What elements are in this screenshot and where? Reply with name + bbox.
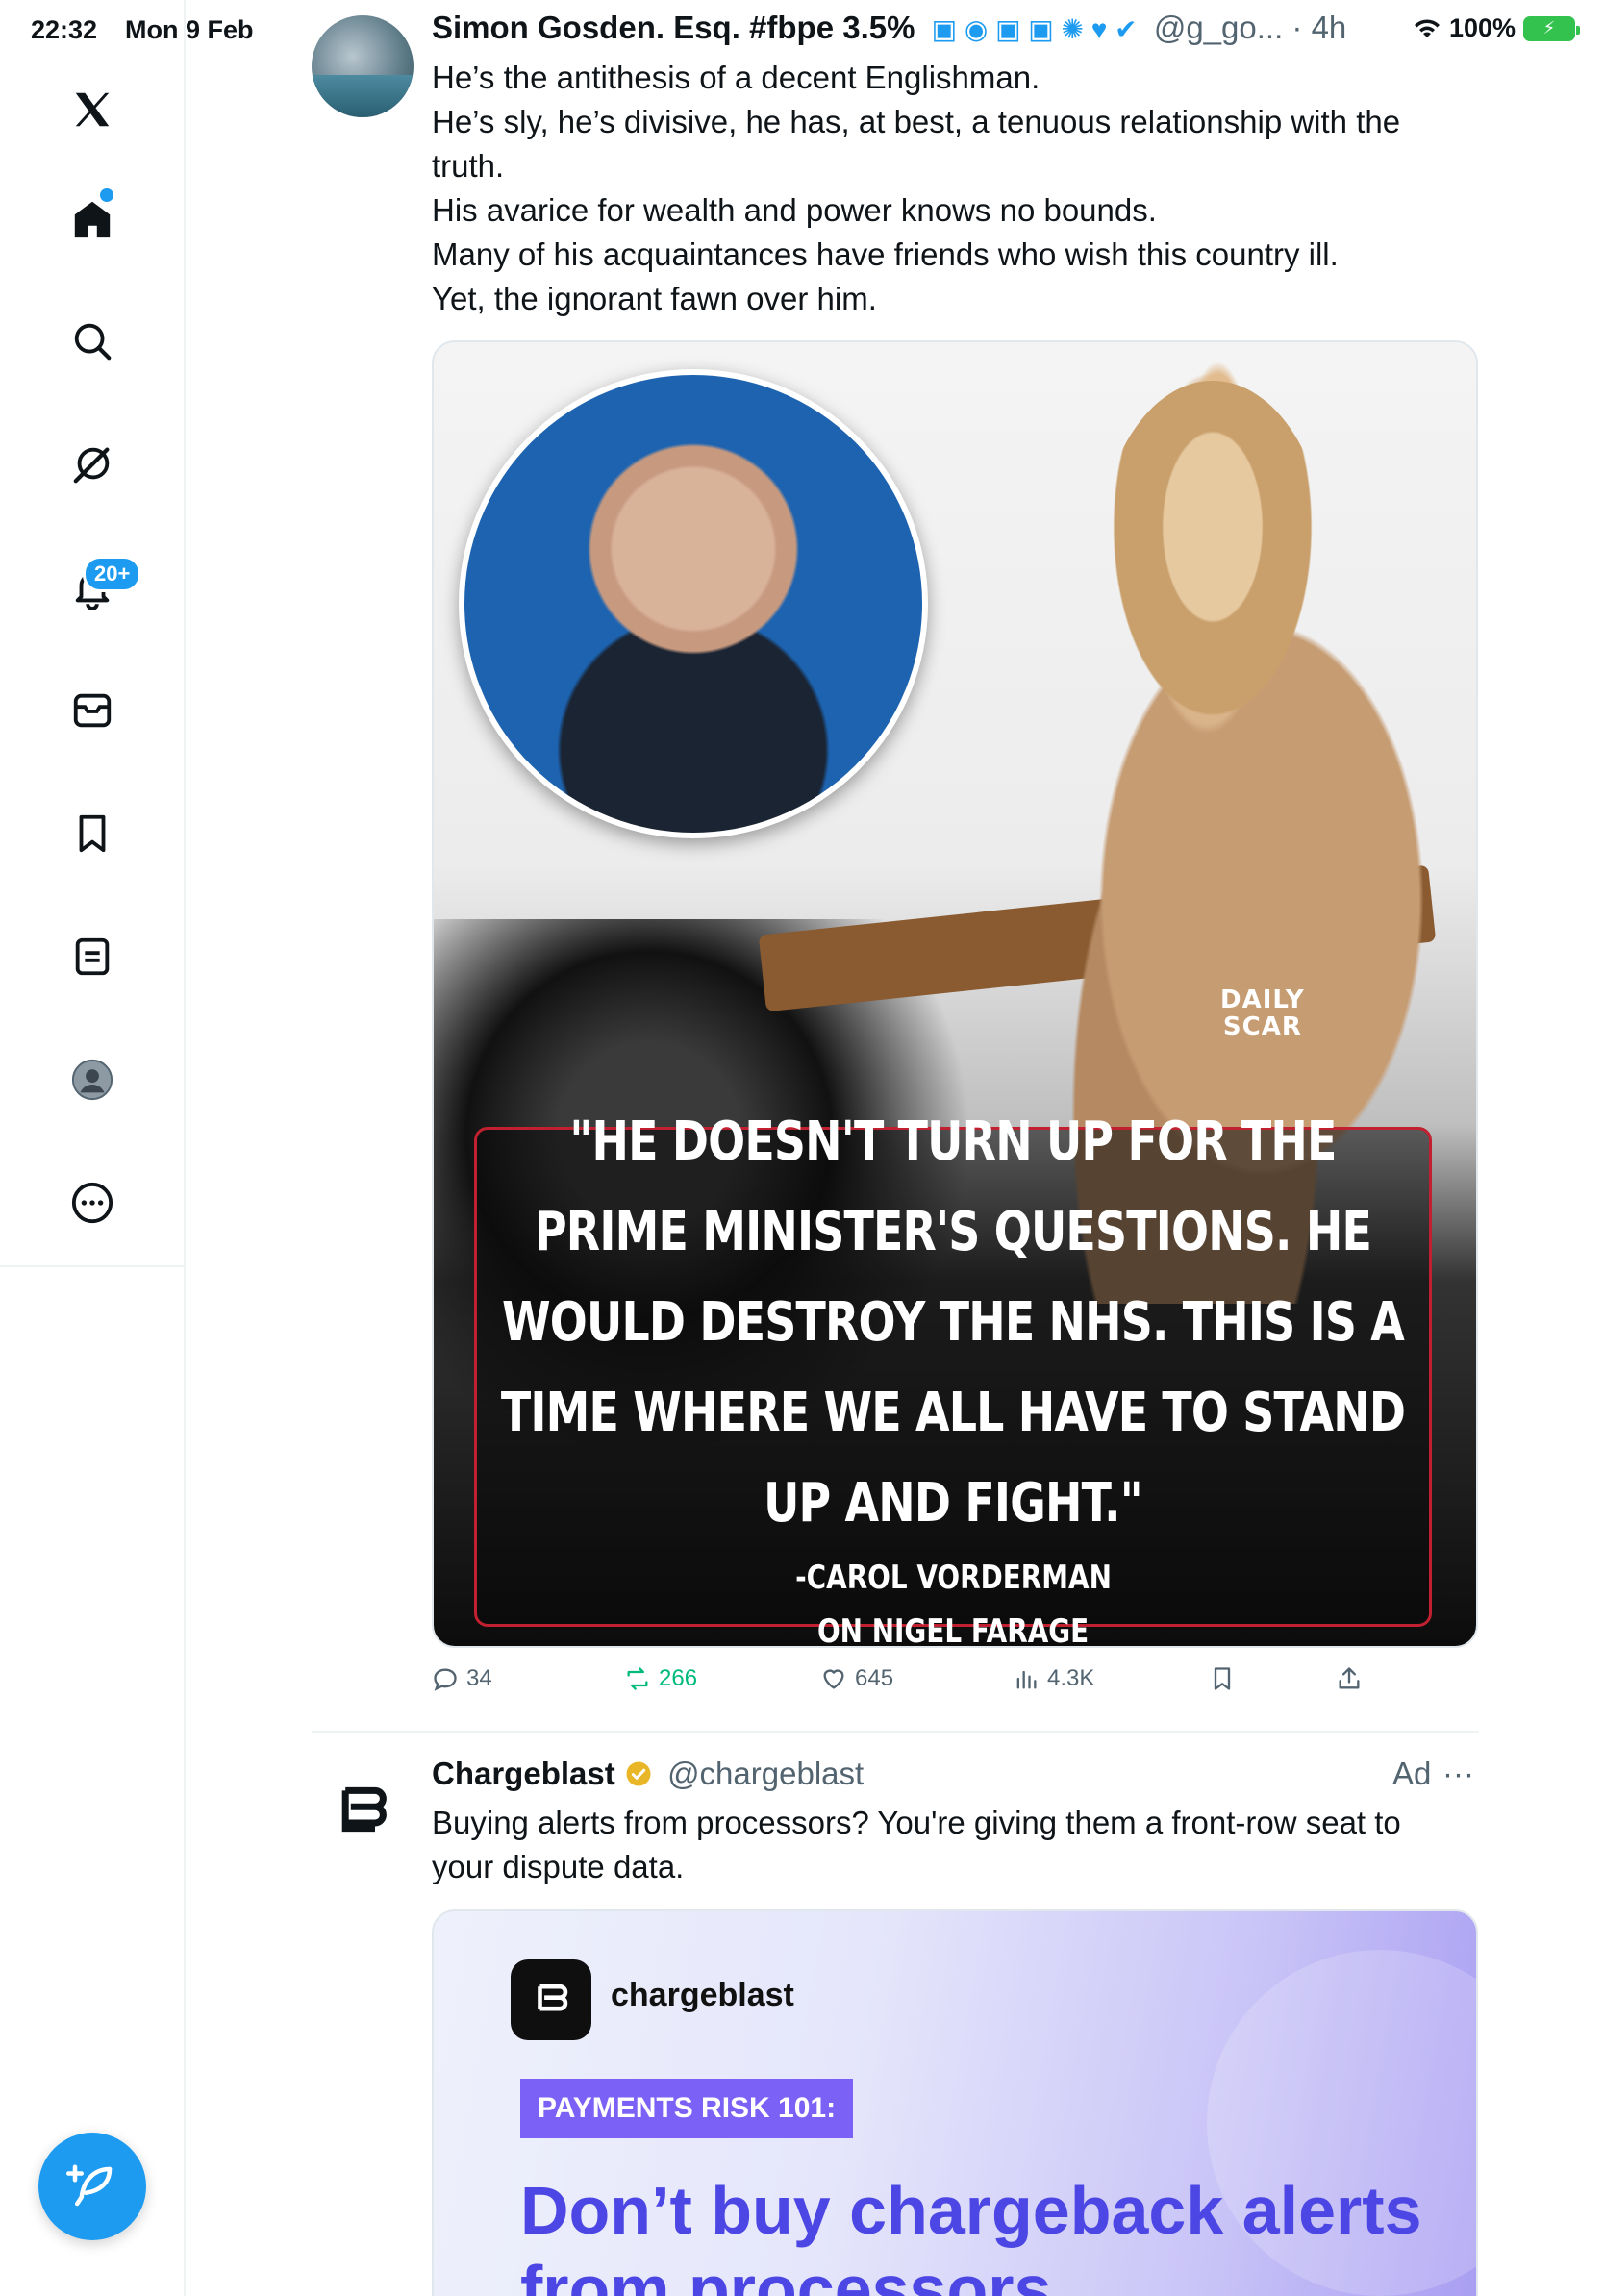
share-icon bbox=[1339, 1667, 1360, 1689]
repost-icon bbox=[627, 1667, 648, 1690]
avatar-wave bbox=[312, 75, 414, 117]
ad-headline: Don’t buy chargeback alerts from process… bbox=[520, 2173, 1422, 2296]
ad-header: Chargeblast @chargeblast bbox=[432, 1756, 864, 1792]
bookmark-icon bbox=[1214, 1667, 1231, 1690]
bookmarks-icon[interactable] bbox=[62, 803, 123, 864]
logo-line-1: DAILY bbox=[1220, 986, 1305, 1014]
like-button[interactable]: 645 bbox=[820, 1665, 893, 1692]
quote-attribution-2: ON NIGEL FARAGE bbox=[816, 1612, 1090, 1648]
ad-author-handle[interactable]: @chargeblast bbox=[667, 1756, 864, 1791]
media-woman-hair bbox=[1097, 381, 1328, 746]
reply-count: 34 bbox=[466, 1665, 492, 1691]
views-count: 4.3K bbox=[1047, 1665, 1095, 1691]
compose-button[interactable] bbox=[38, 2133, 146, 2240]
heart-icon bbox=[823, 1669, 844, 1689]
home-unread-dot bbox=[100, 188, 113, 202]
tweet-line: He’s the antithesis of a decent Englishm… bbox=[432, 60, 1040, 95]
ad-brand-name: chargeblast bbox=[611, 1977, 794, 2013]
battery-icon: ⚡ bbox=[1523, 15, 1580, 41]
sidebar: 20+ bbox=[0, 0, 186, 2296]
logo-line-2: SCAR bbox=[1222, 1012, 1302, 1041]
views-chart-icon bbox=[1016, 1670, 1037, 1689]
tweet-author-name[interactable]: Simon Gosden. Esq. #fbpe 3.5% bbox=[432, 10, 915, 45]
bookmark-button[interactable] bbox=[1209, 1665, 1236, 1692]
daily-scar-logo: DAILY SCAR bbox=[1220, 986, 1305, 1040]
tweet-author-avatar[interactable] bbox=[312, 15, 414, 117]
share-button[interactable] bbox=[1336, 1665, 1363, 1692]
x-logo-icon[interactable] bbox=[62, 79, 123, 140]
reply-button[interactable]: 34 bbox=[432, 1665, 492, 1692]
views-button[interactable]: 4.3K bbox=[1013, 1665, 1094, 1692]
tweet-timestamp[interactable]: · 4h bbox=[1291, 10, 1346, 45]
grok-icon[interactable] bbox=[62, 434, 123, 495]
quote-text: "HE DOESN'T TURN UP FOR THE PRIME MINIST… bbox=[500, 1111, 1406, 1535]
lists-icon[interactable] bbox=[62, 926, 123, 987]
ad-category-pill: PAYMENTS RISK 101: bbox=[520, 2079, 854, 2138]
ad-text: Buying alerts from processors? You're gi… bbox=[432, 1805, 1401, 1884]
chargeblast-logo-icon bbox=[511, 1959, 591, 2040]
tweet-line: Yet, the ignorant fawn over him. bbox=[432, 281, 877, 316]
verified-gold-badge-icon bbox=[626, 1761, 651, 1786]
tweet-media-image[interactable]: DAILY SCAR "HE DOESN'T TURN UP FOR THE P… bbox=[432, 340, 1478, 1648]
tweet-line: He’s sly, he’s divisive, he has, at best… bbox=[432, 104, 1401, 184]
messages-icon[interactable] bbox=[62, 680, 123, 741]
tweet-line: Many of his acquaintances have friends w… bbox=[432, 237, 1339, 272]
repost-count: 266 bbox=[659, 1665, 698, 1691]
home-icon[interactable] bbox=[62, 188, 123, 250]
tweet-actions: 34 266 645 4.3K bbox=[432, 1665, 1432, 1704]
tweet-divider bbox=[312, 1731, 1479, 1733]
ad-author-name[interactable]: Chargeblast bbox=[432, 1756, 615, 1791]
tweet-text: He’s the antithesis of a decent Englishm… bbox=[432, 56, 1470, 321]
quote-attribution-1: -CAROL VORDERMAN bbox=[794, 1559, 1112, 1597]
media-inset-portrait bbox=[459, 369, 928, 838]
compose-feather-icon bbox=[66, 2164, 113, 2207]
repost-button[interactable]: 266 bbox=[624, 1665, 697, 1692]
reply-icon bbox=[434, 1668, 457, 1691]
profile-avatar-icon[interactable] bbox=[62, 1049, 123, 1111]
ad-media-image[interactable]: chargeblast PAYMENTS RISK 101: Don’t buy… bbox=[432, 1909, 1478, 2296]
search-icon[interactable] bbox=[62, 311, 123, 372]
tweet-author-handle[interactable]: @g_go... bbox=[1154, 10, 1283, 45]
like-count: 645 bbox=[855, 1665, 894, 1691]
chargeblast-avatar-icon[interactable] bbox=[327, 1775, 396, 1844]
quote-box: "HE DOESN'T TURN UP FOR THE PRIME MINIST… bbox=[474, 1111, 1432, 1646]
ad-more-options[interactable]: ··· bbox=[1442, 1756, 1474, 1792]
ad-label: Ad bbox=[1392, 1756, 1432, 1791]
sidebar-divider bbox=[0, 1265, 186, 1267]
tweet-header: Simon Gosden. Esq. #fbpe 3.5% ▣ ◉ ▣ ▣ ✺ … bbox=[432, 10, 1490, 46]
profile-emoji-flags-icon: ▣ ◉ ▣ ▣ ✺ ♥ ✔ bbox=[931, 14, 1138, 44]
notifications-badge: 20+ bbox=[83, 556, 142, 592]
more-options-icon[interactable] bbox=[62, 1172, 123, 1234]
tweet-line: His avarice for wealth and power knows n… bbox=[432, 192, 1157, 228]
